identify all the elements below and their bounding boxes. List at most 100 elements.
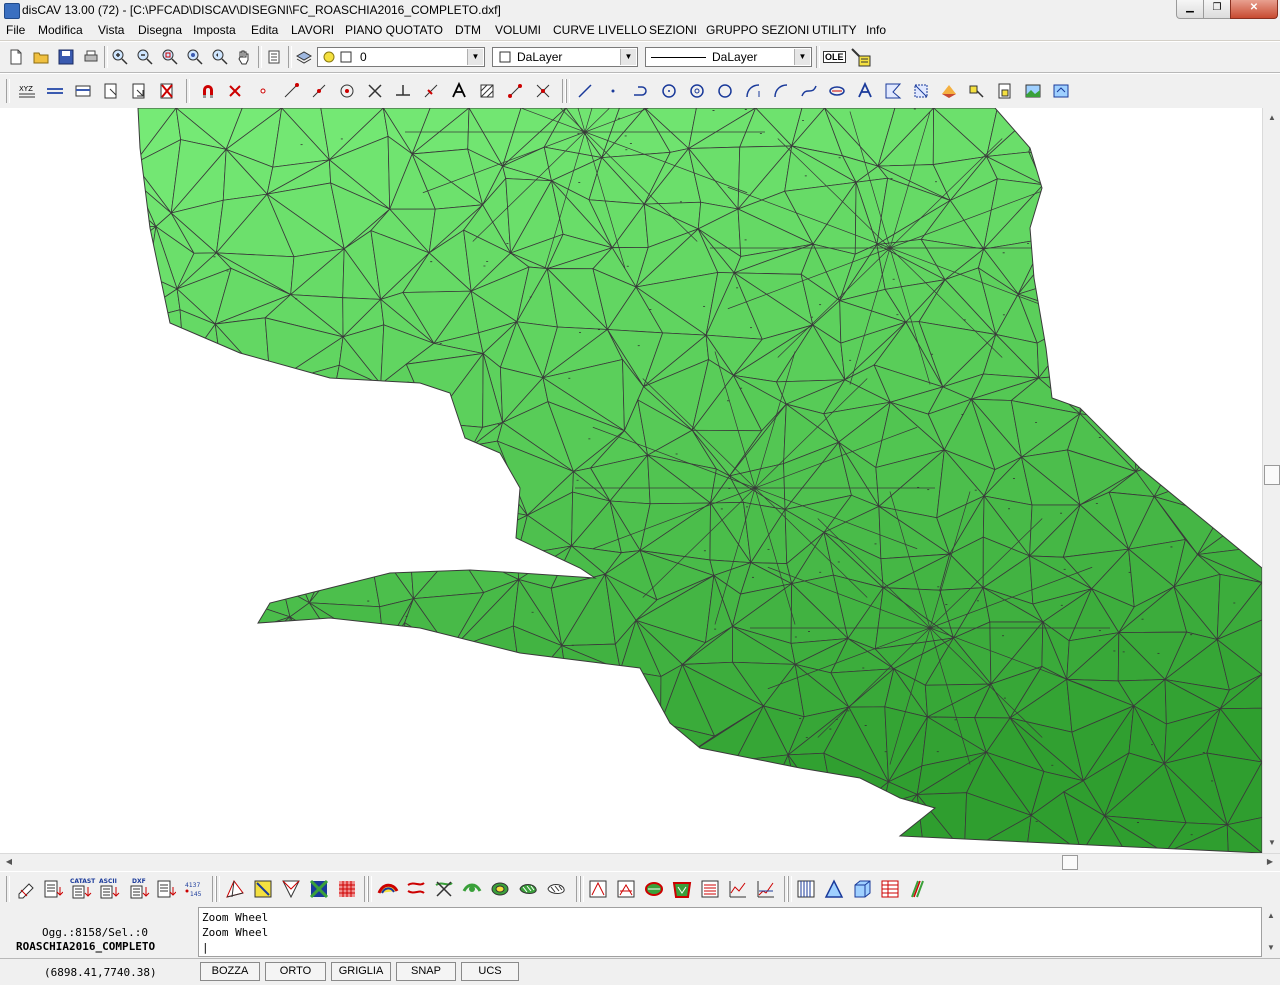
ellipse-icon[interactable] xyxy=(828,82,846,100)
contour-label-icon[interactable] xyxy=(462,879,482,899)
tin-grid-icon[interactable] xyxy=(337,879,357,899)
import-ascii-button[interactable]: ASCII xyxy=(98,878,122,900)
copy-page-icon[interactable] xyxy=(130,82,148,100)
tin-surface[interactable] xyxy=(0,108,1262,853)
griglia-toggle[interactable]: GRIGLIA xyxy=(331,962,391,981)
delete-page-icon[interactable] xyxy=(158,82,176,100)
scroll-left-icon[interactable]: ◀ xyxy=(1,854,17,870)
scroll-up-icon[interactable]: ▲ xyxy=(1263,908,1279,924)
spline-icon[interactable] xyxy=(800,82,818,100)
scroll-right-icon[interactable]: ▶ xyxy=(1262,854,1278,870)
snap-point-icon[interactable] xyxy=(254,82,272,100)
menu-lavori[interactable]: LAVORI xyxy=(291,23,334,37)
image-attach-icon[interactable] xyxy=(1052,82,1070,100)
hatch-icon[interactable] xyxy=(478,82,496,100)
select-icon[interactable] xyxy=(102,82,120,100)
zoom-out-icon[interactable] xyxy=(136,48,154,66)
menu-volumi[interactable]: VOLUMI xyxy=(495,23,541,37)
menu-piano-quotato[interactable]: PIANO QUOTATO xyxy=(345,23,443,37)
color-combo[interactable]: DaLayer ▼ xyxy=(492,47,638,67)
zoom-extents-icon[interactable] xyxy=(186,48,204,66)
line-icon[interactable] xyxy=(576,82,594,100)
arc-icon[interactable] xyxy=(744,82,762,100)
fill-icon[interactable] xyxy=(940,82,958,100)
block-insert-icon[interactable] xyxy=(968,82,986,100)
menu-utility[interactable]: UTILITY xyxy=(812,23,857,37)
export-list-icon[interactable] xyxy=(156,879,176,899)
import-survey-icon[interactable] xyxy=(16,879,36,899)
triangulate-icon[interactable] xyxy=(225,879,245,899)
snap-nearest-icon[interactable] xyxy=(422,82,440,100)
orto-toggle[interactable]: ORTO xyxy=(265,962,326,981)
region-icon[interactable] xyxy=(912,82,930,100)
pan-hand-icon[interactable] xyxy=(235,48,253,66)
circle-3p-icon[interactable] xyxy=(716,82,734,100)
tin-shade-icon[interactable] xyxy=(309,879,329,899)
menu-imposta[interactable]: Imposta xyxy=(193,23,236,37)
menu-dtm[interactable]: DTM xyxy=(455,23,481,37)
section-surface-icon[interactable] xyxy=(644,879,664,899)
dropdown-arrow-icon[interactable]: ▼ xyxy=(620,49,636,65)
minimize-button[interactable]: ▁ xyxy=(1176,0,1204,19)
point-icon[interactable] xyxy=(604,82,622,100)
polyline-icon[interactable] xyxy=(632,82,650,100)
snap-node-icon[interactable] xyxy=(506,82,524,100)
snap-center-icon[interactable] xyxy=(338,82,356,100)
menu-sezioni[interactable]: SEZIONI xyxy=(649,23,697,37)
dimension-icon[interactable] xyxy=(46,82,64,100)
open-folder-icon[interactable] xyxy=(32,48,50,66)
menu-vista[interactable]: Vista xyxy=(98,23,124,37)
command-scrollbar[interactable]: ▲ ▼ xyxy=(1262,907,1280,957)
contour-hatch-icon[interactable] xyxy=(518,879,538,899)
import-dxf-button[interactable]: DXF xyxy=(128,878,152,900)
close-button[interactable]: ✕ xyxy=(1230,0,1278,19)
dropdown-arrow-icon[interactable]: ▼ xyxy=(467,49,483,65)
ole-insert-icon[interactable] xyxy=(850,47,872,69)
image-insert-icon[interactable] xyxy=(1024,82,1042,100)
zoom-previous-icon[interactable] xyxy=(211,48,229,66)
contour-smooth-icon[interactable] xyxy=(406,879,426,899)
snap-endpoint-line-icon[interactable] xyxy=(282,82,300,100)
command-log[interactable]: Zoom Wheel Zoom Wheel | xyxy=(198,907,1262,957)
save-icon[interactable] xyxy=(57,48,75,66)
vertical-scrollbar[interactable]: ▲ ▼ xyxy=(1262,108,1280,853)
properties-icon[interactable] xyxy=(265,48,283,66)
section-list-icon[interactable] xyxy=(700,879,720,899)
snap-toggle[interactable]: SNAP xyxy=(396,962,456,981)
vertical-scroll-thumb[interactable] xyxy=(1264,465,1280,485)
group-profile-icon[interactable] xyxy=(908,879,928,899)
snap-perpendicular-icon[interactable] xyxy=(394,82,412,100)
xyz-icon[interactable]: XYZ xyxy=(18,82,36,100)
block-define-icon[interactable] xyxy=(996,82,1014,100)
dropdown-arrow-icon[interactable]: ▼ xyxy=(794,49,810,65)
print-icon[interactable] xyxy=(82,48,100,66)
menu-gruppo-sezioni[interactable]: GRUPPO SEZIONI xyxy=(706,23,809,37)
section-graph-icon[interactable] xyxy=(756,879,776,899)
drawing-canvas[interactable] xyxy=(0,108,1262,853)
scroll-down-icon[interactable]: ▼ xyxy=(1264,835,1280,851)
linetype-combo[interactable]: DaLayer ▼ xyxy=(645,47,812,67)
ucs-toggle[interactable]: UCS xyxy=(461,962,519,981)
import-catast-button[interactable]: CATAST xyxy=(70,878,95,900)
magnet-snap-icon[interactable] xyxy=(199,82,217,100)
polygon-icon[interactable] xyxy=(884,82,902,100)
scroll-up-icon[interactable]: ▲ xyxy=(1264,110,1280,126)
layers-icon[interactable] xyxy=(295,48,313,66)
command-prompt[interactable]: | xyxy=(202,941,209,954)
group-3d-icon[interactable] xyxy=(852,879,872,899)
menu-edita[interactable]: Edita xyxy=(251,23,278,37)
layer-combo[interactable]: 0 ▼ xyxy=(317,47,485,67)
text-insert-icon[interactable] xyxy=(856,82,874,100)
menu-info[interactable]: Info xyxy=(866,23,886,37)
contour-outline-icon[interactable] xyxy=(546,879,566,899)
section-trace-icon[interactable] xyxy=(588,879,608,899)
table-icon[interactable] xyxy=(74,82,92,100)
section-profile-icon[interactable] xyxy=(616,879,636,899)
snap-midpoint-icon[interactable] xyxy=(310,82,328,100)
circle-icon[interactable] xyxy=(688,82,706,100)
horizontal-scroll-thumb[interactable] xyxy=(1062,855,1078,870)
contour-delete-icon[interactable] xyxy=(434,879,454,899)
group-table-icon[interactable] xyxy=(880,879,900,899)
menu-modifica[interactable]: Modifica xyxy=(38,23,83,37)
zoom-in-icon[interactable] xyxy=(111,48,129,66)
